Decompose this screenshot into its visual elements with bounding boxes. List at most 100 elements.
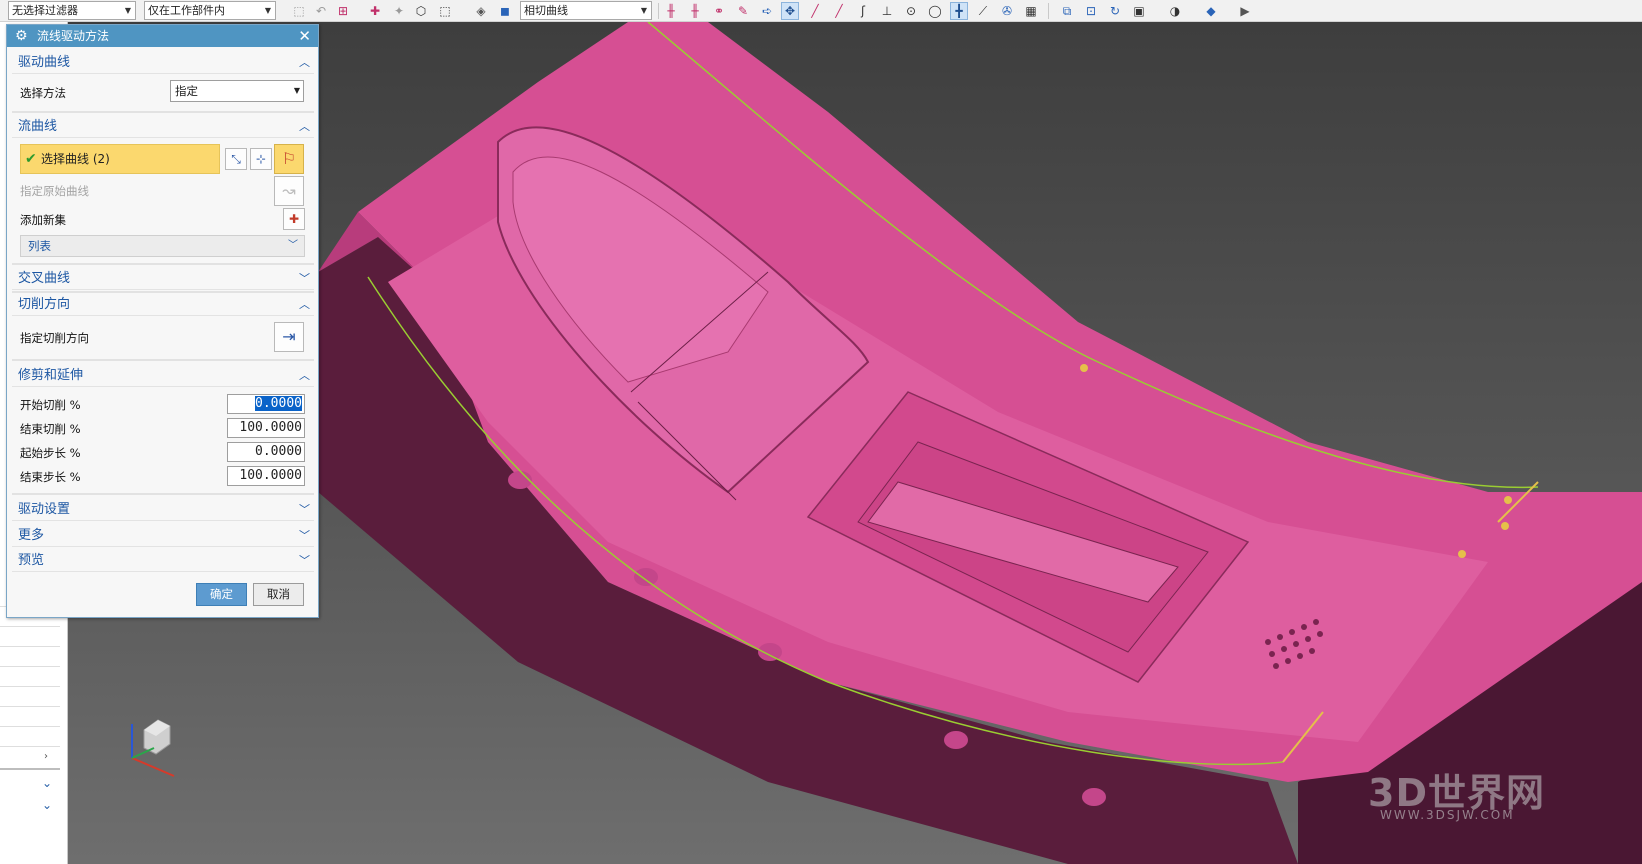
zoom-window-icon[interactable]: ⊡ bbox=[1082, 2, 1100, 20]
add-selection-icon[interactable]: ⊞ bbox=[334, 2, 352, 20]
layout-icon[interactable]: ▣ bbox=[1130, 2, 1148, 20]
sketch-icon[interactable]: ✎ bbox=[734, 2, 752, 20]
split-icon[interactable]: ╫ bbox=[662, 2, 680, 20]
original-curve-icon[interactable]: ↝ bbox=[274, 176, 304, 206]
selection-scope-value: 仅在工作部件内 bbox=[148, 4, 225, 17]
solid-body-icon[interactable]: ◈ bbox=[472, 2, 490, 20]
selection-scope-combo[interactable]: 仅在工作部件内 ▼ bbox=[144, 1, 276, 20]
curve-select-icon[interactable]: ⚐ bbox=[274, 144, 304, 174]
chevron-down-icon[interactable]: ⌄ bbox=[40, 798, 54, 812]
reverse-direction-icon[interactable]: ⤡ bbox=[225, 148, 247, 170]
cube-icon[interactable]: ◼ bbox=[496, 2, 514, 20]
dialog-title-bar[interactable]: ⚙ 流线驱动方法 ✕ bbox=[7, 25, 318, 47]
start-cut-value: 0.0000 bbox=[255, 396, 302, 411]
select-method-label: 选择方法 bbox=[20, 86, 66, 100]
end-cut-value: 100.0000 bbox=[239, 420, 302, 435]
polygon-select-icon[interactable]: ⬡ bbox=[412, 2, 430, 20]
specify-origin-icon[interactable]: ⊹ bbox=[250, 148, 272, 170]
tangent-icon[interactable]: ⟋ bbox=[974, 2, 992, 20]
chevron-up-icon: ︿ bbox=[299, 120, 310, 133]
start-cut-input[interactable]: 0.0000 bbox=[227, 394, 305, 414]
chevron-up-icon: ︿ bbox=[299, 298, 310, 311]
curve-icon[interactable]: ʃ bbox=[854, 2, 872, 20]
snap-point-icon[interactable]: ✚ bbox=[366, 2, 384, 20]
curve-rule-combo[interactable]: 相切曲线 ▼ bbox=[520, 1, 652, 20]
crosshair-icon[interactable]: ╋ bbox=[950, 2, 968, 20]
chevron-down-icon: ▼ bbox=[264, 6, 272, 15]
rectangle-select-icon[interactable]: ⬚ bbox=[436, 2, 454, 20]
chevron-down-icon: ▼ bbox=[640, 6, 648, 15]
section-cross-curve[interactable]: 交叉曲线 ﹀ bbox=[12, 268, 314, 290]
line-icon[interactable]: ╱ bbox=[806, 2, 824, 20]
list-dropdown[interactable]: 列表 ﹀ bbox=[20, 235, 305, 257]
grid-icon[interactable]: ▦ bbox=[1022, 2, 1040, 20]
curve-rule-value: 相切曲线 bbox=[524, 4, 568, 17]
end-step-input[interactable]: 100.0000 bbox=[227, 466, 305, 486]
cut-direction-icon[interactable]: ⇥ bbox=[274, 322, 304, 352]
circle-center-icon[interactable]: ⊙ bbox=[902, 2, 920, 20]
select-method-combo[interactable]: 指定 ▼ bbox=[170, 80, 304, 102]
chevron-up-icon: ︿ bbox=[299, 56, 310, 69]
arrow-right-icon[interactable]: ➪ bbox=[758, 2, 776, 20]
chevron-down-icon: ﹀ bbox=[288, 240, 298, 251]
start-step-input[interactable]: 0.0000 bbox=[227, 442, 305, 462]
select-edge-icon[interactable]: ✦ bbox=[390, 2, 408, 20]
section-cut-direction-label: 切削方向 bbox=[18, 297, 71, 312]
fit-view-icon[interactable]: ⧉ bbox=[1058, 2, 1076, 20]
section-trim-extend-label: 修剪和延伸 bbox=[18, 368, 84, 383]
section-cut-direction[interactable]: 切削方向 ︿ bbox=[12, 294, 314, 316]
chevron-down-icon: ﹀ bbox=[299, 503, 310, 516]
view-orient-icon[interactable]: ▶ bbox=[1236, 2, 1254, 20]
line-angle-icon[interactable]: ╱ bbox=[830, 2, 848, 20]
check-icon: ✔ bbox=[25, 151, 37, 167]
selection-filter-value: 无选择过滤器 bbox=[12, 4, 78, 17]
section-cross-curve-label: 交叉曲线 bbox=[18, 271, 71, 286]
chevron-down-icon[interactable]: ⌄ bbox=[40, 776, 54, 790]
gear-point-icon[interactable]: ✇ bbox=[998, 2, 1016, 20]
section-drive-settings[interactable]: 驱动设置 ﹀ bbox=[12, 499, 314, 521]
specify-original-curve-label: 指定原始曲线 bbox=[20, 184, 89, 198]
tree-icon[interactable]: ⚭ bbox=[710, 2, 728, 20]
circle-icon[interactable]: ◯ bbox=[926, 2, 944, 20]
list-label: 列表 bbox=[28, 239, 51, 253]
snap-mode-icon[interactable]: ✥ bbox=[781, 2, 799, 20]
add-new-set-label: 添加新集 bbox=[20, 213, 66, 227]
end-step-value: 100.0000 bbox=[239, 468, 302, 483]
start-cut-label: 开始切削 % bbox=[20, 398, 81, 412]
render-style-icon[interactable]: ◑ bbox=[1166, 2, 1184, 20]
start-step-label: 起始步长 % bbox=[20, 446, 81, 460]
section-more-label: 更多 bbox=[18, 528, 45, 543]
section-preview[interactable]: 预览 ﹀ bbox=[12, 550, 314, 572]
section-trim-extend[interactable]: 修剪和延伸 ︿ bbox=[12, 365, 314, 387]
scroll-right-icon[interactable]: › bbox=[44, 751, 48, 762]
streamline-drive-dialog: ⚙ 流线驱动方法 ✕ 驱动曲线 ︿ 选择方法 指定 ▼ 流曲线 ︿ ✔ 选择曲线 (2… bbox=[6, 24, 319, 618]
chevron-down-icon: ▼ bbox=[293, 86, 300, 95]
dialog-title: 流线驱动方法 bbox=[37, 29, 110, 43]
nx-cam-window: 无选择过滤器 ▼ 仅在工作部件内 ▼ ⬚ ↶ ⊞ ✚ ✦ ⬡ ⬚ ◈ ◼ 相切曲线 ▼… bbox=[0, 0, 1642, 864]
section-more[interactable]: 更多 ﹀ bbox=[12, 525, 314, 547]
top-toolbar: 无选择过滤器 ▼ 仅在工作部件内 ▼ ⬚ ↶ ⊞ ✚ ✦ ⬡ ⬚ ◈ ◼ 相切曲线 ▼… bbox=[0, 0, 1642, 22]
start-step-value: 0.0000 bbox=[255, 444, 302, 459]
deselect-icon[interactable]: ↶ bbox=[312, 2, 330, 20]
section-drive-settings-label: 驱动设置 bbox=[18, 502, 71, 517]
section-flow-curve[interactable]: 流曲线 ︿ bbox=[12, 116, 314, 138]
select-curve-row[interactable]: ✔ 选择曲线 (2) bbox=[20, 144, 220, 174]
select-feature-icon[interactable]: ⬚ bbox=[290, 2, 308, 20]
watermark-url: WWW.3DSJW.COM bbox=[1380, 808, 1515, 822]
section-drive-curve-label: 驱动曲线 bbox=[18, 55, 71, 70]
section-preview-label: 预览 bbox=[18, 553, 45, 568]
end-cut-input[interactable]: 100.0000 bbox=[227, 418, 305, 438]
select-curve-label: 选择曲线 (2) bbox=[41, 152, 110, 166]
rotate-view-icon[interactable]: ↻ bbox=[1106, 2, 1124, 20]
cancel-button[interactable]: 取消 bbox=[253, 583, 304, 606]
perpendicular-icon[interactable]: ⊥ bbox=[878, 2, 896, 20]
chevron-up-icon: ︿ bbox=[299, 369, 310, 382]
ok-button[interactable]: 确定 bbox=[196, 583, 247, 606]
add-set-icon[interactable]: ✚ bbox=[283, 208, 305, 230]
select-method-value: 指定 bbox=[175, 84, 198, 98]
shaded-cube-icon[interactable]: ◆ bbox=[1202, 2, 1220, 20]
close-icon[interactable]: ✕ bbox=[298, 25, 311, 47]
split-multi-icon[interactable]: ╫ bbox=[686, 2, 704, 20]
selection-filter-combo[interactable]: 无选择过滤器 ▼ bbox=[8, 1, 136, 20]
section-drive-curve[interactable]: 驱动曲线 ︿ bbox=[12, 52, 314, 74]
